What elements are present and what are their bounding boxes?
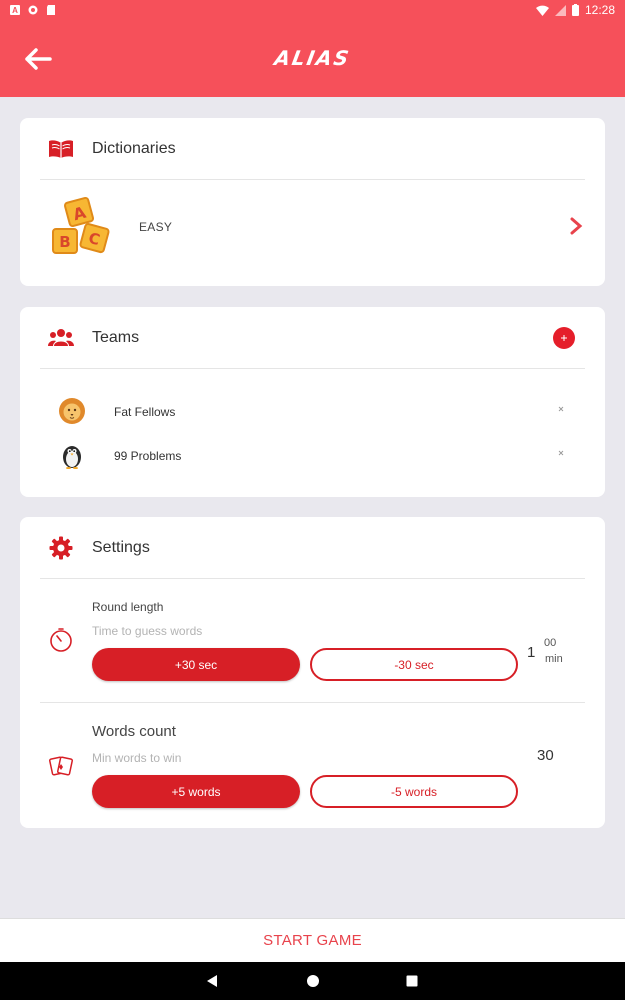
square-recents-icon — [406, 975, 418, 987]
add-team-button[interactable] — [553, 327, 575, 349]
dictionaries-card: Dictionaries A B C EASY — [20, 118, 605, 286]
gear-icon — [48, 535, 74, 561]
team-row[interactable]: Fat Fellows — [20, 391, 605, 431]
system-nav-bar — [0, 962, 625, 1000]
team-row[interactable]: 99 Problems — [20, 435, 605, 475]
abc-blocks-icon: A B C — [52, 196, 110, 254]
circle-home-icon — [307, 975, 319, 987]
app-bar: ALIAS — [0, 20, 625, 97]
divider — [40, 578, 585, 579]
timer-icon — [50, 628, 72, 652]
chevron-right-icon — [570, 217, 583, 235]
dictionary-name: EASY — [139, 220, 173, 234]
dictionary-selector[interactable]: A B C EASY — [20, 188, 605, 268]
signal-icon — [554, 4, 566, 16]
round-length-title: Round length — [92, 600, 164, 614]
svg-text:A: A — [12, 6, 18, 15]
group-icon — [48, 325, 74, 351]
app-title: ALIAS — [272, 46, 353, 70]
status-time: 12:28 — [584, 3, 615, 17]
start-game-button[interactable]: START GAME — [0, 918, 625, 962]
teams-header: Teams — [20, 307, 585, 368]
wifi-icon — [535, 5, 549, 16]
svg-text:B: B — [59, 233, 70, 251]
words-count-title: Words count — [92, 723, 176, 740]
divider — [40, 179, 585, 180]
divider — [40, 702, 585, 703]
add-5-words-button[interactable]: +5 words — [92, 775, 300, 808]
remove-team-button[interactable] — [555, 447, 567, 459]
round-length-seconds: 00 — [544, 637, 557, 649]
words-count-subtitle: Min words to win — [92, 751, 182, 765]
nav-home-button[interactable] — [303, 971, 323, 991]
plus-icon — [561, 335, 567, 341]
book-icon — [48, 136, 74, 162]
team-name: Fat Fellows — [114, 405, 176, 419]
a-icon: A — [10, 5, 20, 15]
add-30-sec-button[interactable]: +30 sec — [92, 648, 300, 681]
triangle-back-icon — [207, 975, 217, 987]
close-icon — [558, 450, 564, 456]
divider — [40, 368, 585, 369]
round-length-minutes: 1 — [527, 644, 536, 661]
remove-team-button[interactable] — [555, 403, 567, 415]
nav-recents-button[interactable] — [402, 971, 422, 991]
cards-icon — [48, 756, 74, 776]
team-name: 99 Problems — [114, 449, 182, 463]
nav-back-button[interactable] — [202, 971, 222, 991]
dictionaries-header: Dictionaries — [20, 118, 585, 179]
settings-card: Settings Round length Time to guess word… — [20, 517, 605, 828]
minus-30-sec-button[interactable]: -30 sec — [310, 648, 518, 681]
words-count-value: 30 — [537, 747, 554, 764]
teams-title: Teams — [92, 328, 140, 346]
dictionaries-title: Dictionaries — [92, 139, 176, 157]
teams-card: Teams Fat Fellows 99 Problems — [20, 307, 605, 497]
circle-icon — [28, 5, 38, 15]
penguin-icon — [63, 446, 81, 469]
sd-card-icon — [47, 5, 55, 15]
battery-icon — [571, 4, 579, 16]
settings-header: Settings — [20, 517, 585, 578]
minus-5-words-button[interactable]: -5 words — [310, 775, 518, 808]
status-bar: A 12:28 — [0, 0, 625, 20]
lion-icon — [59, 398, 85, 424]
round-length-unit: min — [545, 653, 563, 665]
settings-title: Settings — [92, 538, 150, 556]
round-length-subtitle: Time to guess words — [92, 624, 203, 638]
close-icon — [558, 406, 564, 412]
